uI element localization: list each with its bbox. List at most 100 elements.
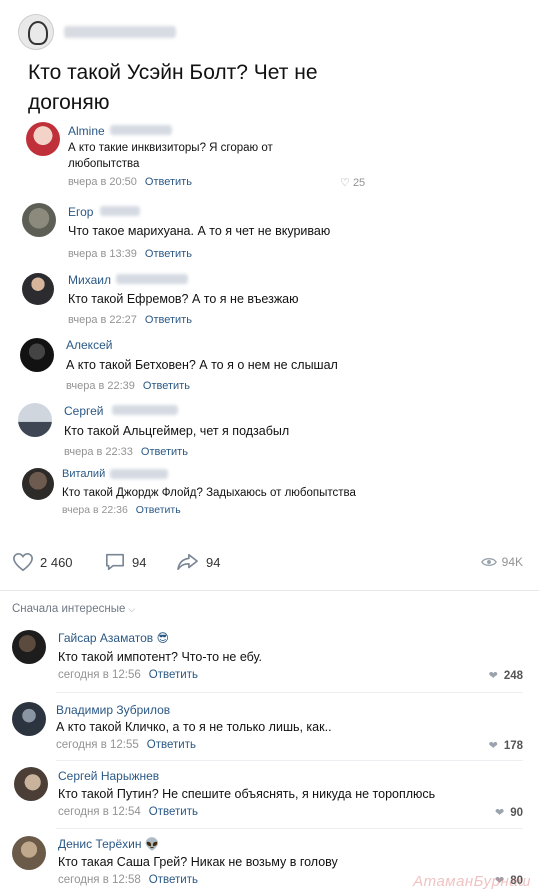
commenter-name[interactable]: Сергей Нарыжнев [58,769,159,783]
comment-meta: вчера в 20:50 Ответить [68,176,192,188]
reply-link[interactable]: Ответить [147,739,196,751]
views-counter: 94K [480,555,523,569]
comment-button[interactable]: 94 [104,552,146,572]
like-button[interactable]: 2 460 [12,552,73,572]
comment-text: А кто такие инквизиторы? Я сгораю от люб… [68,142,273,170]
avatar[interactable] [26,122,60,156]
sunglasses-emoji-icon: 😎 [156,631,169,645]
comment-meta: вчера в 22:27 Ответить [68,314,192,326]
reply-link[interactable]: Ответить [145,176,192,188]
reply-link[interactable]: Ответить [145,248,192,260]
divider [56,692,523,693]
comment-time: вчера в 22:27 [68,314,137,326]
commenter-name[interactable]: Владимир Зубрилов [56,703,170,717]
commenter-name[interactable]: Виталий [62,468,105,480]
comment-like-button[interactable]: ❤ 90 [494,806,523,820]
blurred-surname [110,469,168,479]
post-header [18,14,176,50]
post-author-name-blurred [64,26,176,38]
comment-meta: сегодня в 12:56 Ответить [58,669,198,681]
post-author-avatar[interactable] [18,14,54,50]
comment-text: А кто такой Бетховен? А то я о нем не сл… [66,358,338,372]
avatar[interactable] [22,468,54,500]
reply-link[interactable]: Ответить [136,504,181,516]
heart-icon: ❤ [488,670,498,682]
avatar[interactable] [12,702,46,736]
eye-icon [480,558,497,566]
share-button[interactable]: 94 [176,552,220,572]
avatar[interactable] [12,836,46,870]
reply-link[interactable]: Ответить [145,314,192,326]
post-title: Кто такой Усэйн Болт? Чет не догоняю [28,61,318,114]
avatar[interactable] [22,273,54,305]
heart-icon: ❤ [494,807,505,819]
shares-count: 94 [206,554,221,570]
avatar[interactable] [12,630,46,664]
commenter-name[interactable]: Михаил [68,273,111,287]
reply-link[interactable]: Ответить [149,669,198,681]
comment-time: вчера в 22:39 [66,380,135,392]
commenter-name[interactable]: Егор [68,205,93,219]
blurred-surname [116,274,188,284]
comment-like-button[interactable]: ❤ 178 [488,739,523,753]
comment-text: Что такое марихуана. А то я чет не вкури… [68,224,331,238]
post-actions: 2 460 94 94 94K [0,548,539,578]
comment-time: вчера в 22:33 [64,446,133,458]
divider [0,590,539,591]
comment-text: Кто такой Джордж Флойд? Задыхаюсь от люб… [62,487,356,499]
comments-count: 94 [132,554,147,570]
blurred-surname [112,405,178,415]
comment-time: сегодня в 12:55 [56,739,139,751]
avatar[interactable] [18,403,52,437]
divider [56,760,523,761]
commenter-name[interactable]: Сергей [64,404,104,418]
heart-icon: ❤ [488,740,498,752]
chevron-down-icon: ⌵ [128,604,136,614]
comment-meta: сегодня в 12:54 Ответить [58,806,198,818]
comment-meta: сегодня в 12:55 Ответить [56,739,196,751]
commenter-name[interactable]: Денис Терёхин 👽 [58,837,160,851]
sort-label: Сначала интересные [12,603,126,615]
comment-text: Кто такая Саша Грей? Никак не возьму в г… [58,855,338,869]
commenter-name[interactable]: Almine [68,124,105,138]
reply-link[interactable]: Ответить [141,446,188,458]
avatar[interactable] [14,767,48,801]
share-icon [177,553,198,571]
reply-link[interactable]: Ответить [149,874,198,886]
likes-count: 2 460 [40,554,73,570]
comment-time: вчера в 20:50 [68,176,137,188]
comment-likes[interactable]: ♡ 25 [340,176,365,189]
reply-link[interactable]: Ответить [149,806,198,818]
comment-like-button[interactable]: ❤ 248 [488,669,523,683]
reply-link[interactable]: Ответить [143,380,190,392]
commenter-name[interactable]: Алексей [66,338,112,352]
comment-time: вчера в 22:36 [62,504,128,516]
comment-meta: вчера в 13:39 Ответить [68,248,192,260]
comment-text: А кто такой Кличко, а то я не только лиш… [56,720,332,734]
comment-time: сегодня в 12:58 [58,874,141,886]
divider [56,828,523,829]
comment-meta: вчера в 22:36 Ответить [62,504,181,516]
comment-meta: сегодня в 12:58 Ответить [58,874,198,886]
avatar[interactable] [22,203,56,237]
commenter-name[interactable]: Гайсар Азаматов 😎 [58,631,169,645]
sort-dropdown[interactable]: Сначала интересные ⌵ [12,603,135,615]
comment-text: Кто такой импотент? Что-то не ебу. [58,650,262,664]
watermark: АтаманБурнаш [413,873,531,890]
views-count: 94K [501,555,523,569]
comment-time: сегодня в 12:54 [58,806,141,818]
blurred-surname [100,206,140,216]
avatar[interactable] [20,338,54,372]
blurred-surname [110,125,172,135]
comment-text: Кто такой Путин? Не спешите объяснять, я… [58,787,436,801]
comment-meta: вчера в 22:39 Ответить [66,380,190,392]
comment-time: вчера в 13:39 [68,248,137,260]
comment-meta: вчера в 22:33 Ответить [64,446,188,458]
alien-emoji-icon: 👽 [144,837,160,851]
comment-text: Кто такой Альцгеймер, чет я подзабыл [64,424,290,438]
comment-time: сегодня в 12:56 [58,669,141,681]
comment-icon [106,553,124,571]
heart-icon: ♡ [340,177,350,189]
comment-text: Кто такой Ефремов? А то я не въезжаю [68,292,299,306]
heart-icon [13,552,33,572]
